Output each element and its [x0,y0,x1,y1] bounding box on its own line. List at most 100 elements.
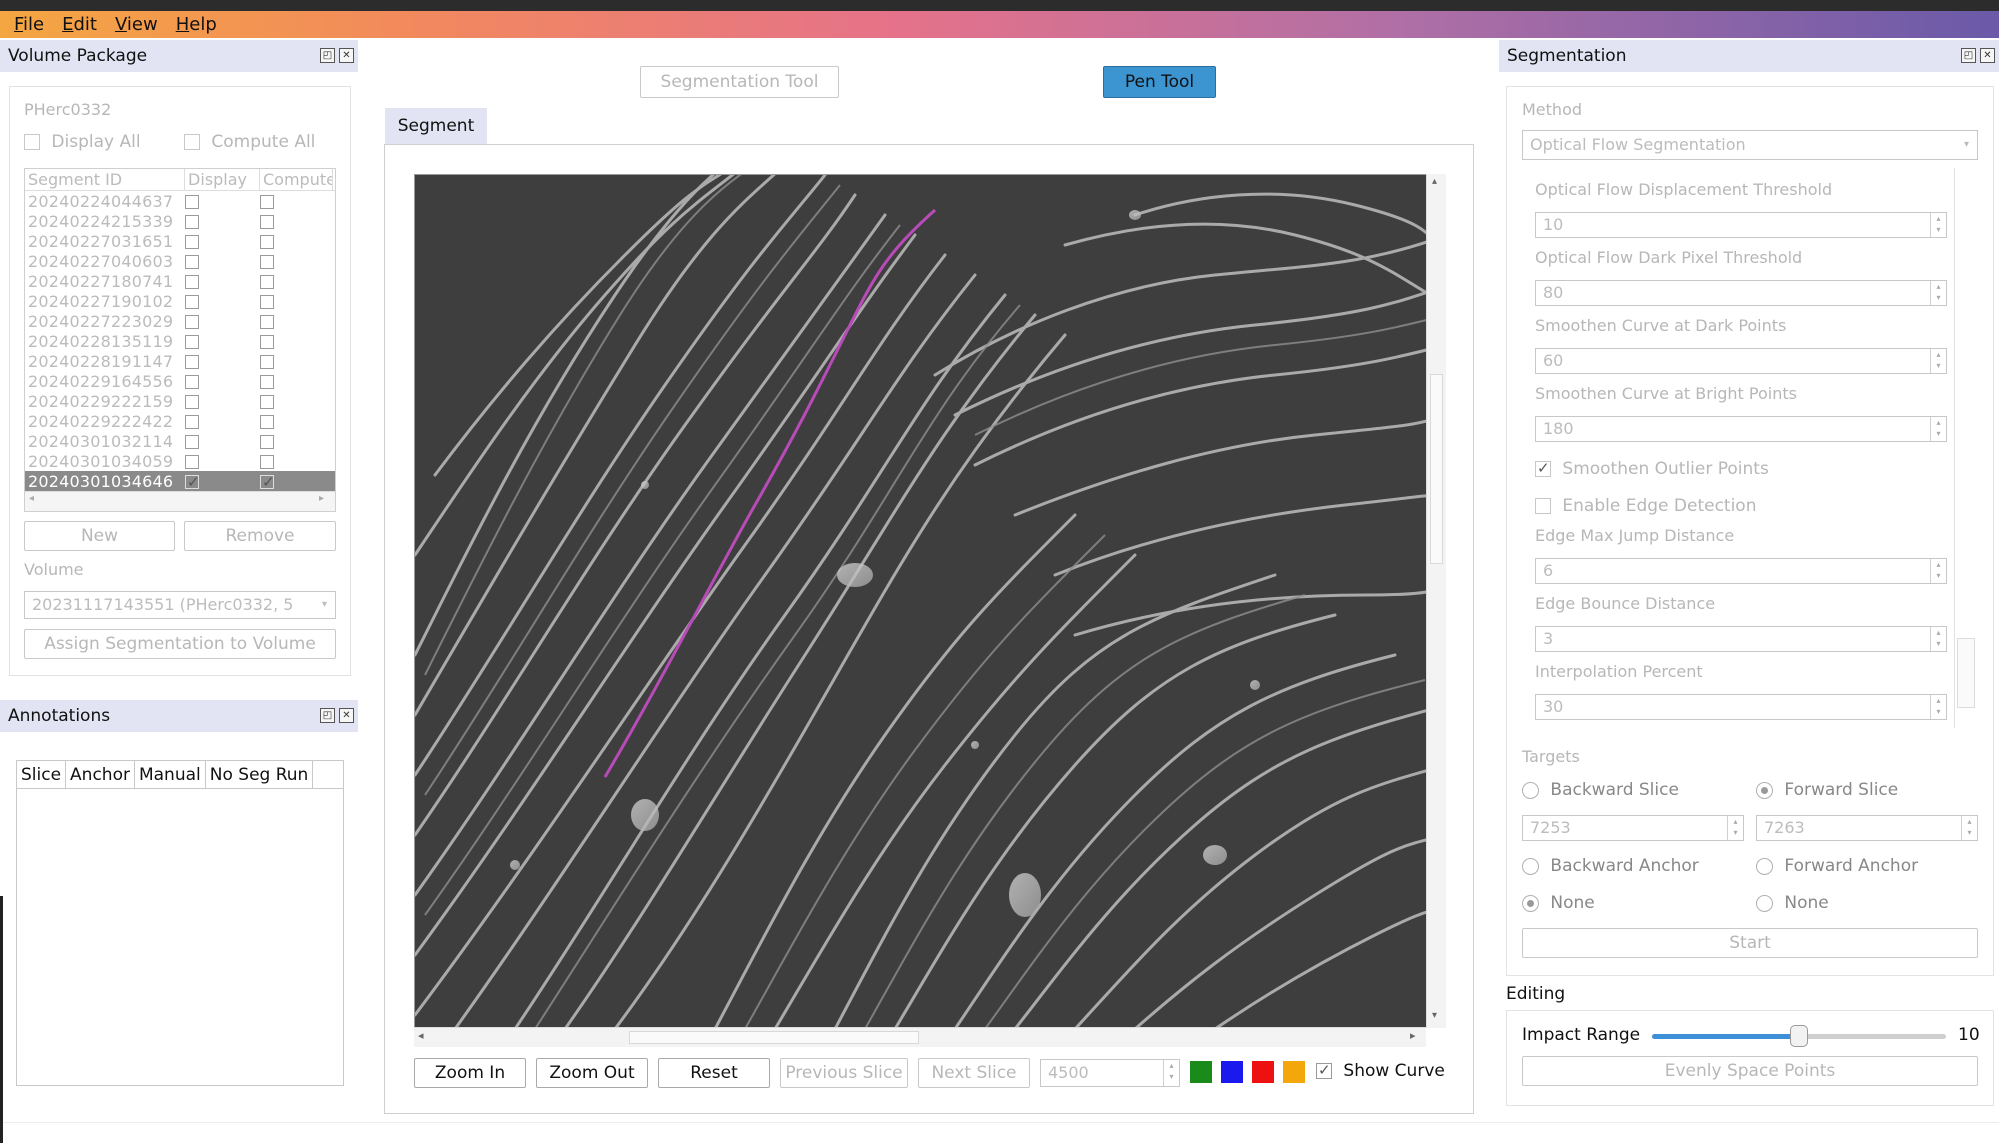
close-icon[interactable]: ✕ [339,708,354,723]
menu-file[interactable]: File [14,14,44,35]
param-spinbox[interactable]: 3 ▴ ▾ [1535,626,1947,652]
segment-row[interactable]: 20240228135119 [25,331,335,351]
compute-checkbox[interactable] [260,195,274,209]
display-checkbox[interactable] [185,473,200,491]
scroll-up-icon[interactable]: ▴ [1432,176,1437,187]
compute-checkbox[interactable] [260,235,274,249]
display-checkbox[interactable] [185,335,199,349]
display-checkbox[interactable] [185,195,199,209]
radio-circle[interactable] [1522,781,1539,799]
menu-help[interactable]: Help [176,14,217,35]
hscroll-handle[interactable] [629,1031,919,1044]
column-compute[interactable]: Compute [260,169,333,190]
menu-view[interactable]: View [115,14,158,35]
color-swatch-red[interactable] [1252,1061,1274,1083]
radio-circle[interactable] [1756,857,1773,875]
pen-tool-button[interactable]: Pen Tool [1103,66,1216,98]
display-checkbox[interactable] [185,395,199,409]
display-checkbox[interactable] [185,355,199,369]
backward-anchor-radio[interactable]: Backward Anchor [1522,856,1699,876]
param-spinbox[interactable]: 6 ▴ ▾ [1535,558,1947,584]
column-no-seg-run[interactable]: No Seg Run [206,761,314,788]
compute-checkbox[interactable] [260,275,274,289]
viewer-vscrollbar[interactable]: ▴ ▾ [1426,174,1446,1028]
display-checkbox[interactable] [185,255,199,269]
scroll-right-icon[interactable]: ▸ [319,493,324,504]
display-checkbox[interactable] [185,275,199,289]
compute-checkbox[interactable] [260,473,275,491]
compute-checkbox[interactable] [260,395,274,409]
volume-select[interactable]: 20231117143551 (PHerc0332, 5 ▾ [24,591,336,619]
none-left-radio[interactable]: None [1522,893,1595,913]
column-segment-id[interactable]: Segment ID [25,169,185,190]
segment-row[interactable]: 20240229164556 [25,371,335,391]
display-checkbox[interactable] [185,315,199,329]
checkbox-box[interactable] [1535,459,1551,477]
compute-checkbox[interactable] [260,295,274,309]
column-slice[interactable]: Slice [17,761,67,788]
compute-checkbox[interactable] [260,355,274,369]
scroll-down-icon[interactable]: ▾ [1432,1010,1437,1021]
compute-all-checkbox[interactable]: Compute All [184,132,315,152]
segment-row[interactable]: 20240227223029 [25,311,335,331]
spin-arrows-icon[interactable]: ▴ ▾ [1163,1060,1179,1086]
compute-checkbox[interactable] [260,435,274,449]
column-display[interactable]: Display [185,169,260,190]
tab-segment[interactable]: Segment [385,108,487,144]
compute-checkbox[interactable] [260,215,274,229]
spin-arrows-icon[interactable]: ▴ ▾ [1930,627,1946,651]
viewer-hscrollbar[interactable]: ◂ ▸ [414,1027,1426,1047]
slice-spinbox[interactable]: 4500 ▴ ▾ [1040,1059,1180,1087]
float-icon[interactable]: ◰ [320,708,335,723]
vscroll-handle[interactable] [1430,374,1443,564]
none-right-radio[interactable]: None [1756,893,1829,913]
radio-circle[interactable] [1756,781,1773,799]
checkbox-box[interactable] [1316,1061,1332,1079]
spin-arrows-icon[interactable]: ▴ ▾ [1727,816,1743,840]
segment-row[interactable]: 20240301034646 [25,471,335,491]
checkbox-box[interactable] [24,134,40,150]
segment-row[interactable]: 20240301034059 [25,451,335,471]
param-spinbox[interactable]: 30 ▴ ▾ [1535,694,1947,720]
segmentation-tool-button[interactable]: Segmentation Tool [640,66,839,98]
display-checkbox[interactable] [185,215,199,229]
display-checkbox[interactable] [185,415,199,429]
segment-row[interactable]: 20240301032114 [25,431,335,451]
compute-checkbox[interactable] [260,255,274,269]
close-icon[interactable]: ✕ [339,48,354,63]
zoom-in-button[interactable]: Zoom In [414,1058,526,1088]
segment-row[interactable]: 20240229222422 [25,411,335,431]
assign-segmentation-button[interactable]: Assign Segmentation to Volume [24,629,336,659]
compute-checkbox[interactable] [260,375,274,389]
segment-row[interactable]: 20240227040603 [25,251,335,271]
spin-arrows-icon[interactable]: ▴ ▾ [1930,695,1946,719]
scroll-right-icon[interactable]: ▸ [1410,1029,1416,1042]
zoom-out-button[interactable]: Zoom Out [536,1058,648,1088]
spin-arrows-icon[interactable]: ▴ ▾ [1961,816,1977,840]
method-select[interactable]: Optical Flow Segmentation ▾ [1522,130,1978,160]
param-spinbox[interactable]: 180 ▴ ▾ [1535,416,1947,442]
compute-checkbox[interactable] [260,455,274,469]
scroll-left-icon[interactable]: ◂ [418,1029,424,1042]
segment-row[interactable]: 20240228191147 [25,351,335,371]
color-swatch-green[interactable] [1190,1061,1212,1083]
spin-arrows-icon[interactable]: ▴ ▾ [1930,559,1946,583]
show-curve-checkbox[interactable]: Show Curve [1316,1061,1445,1081]
segment-table-hscrollbar[interactable]: ◂ ▸ [25,491,335,511]
segment-row[interactable]: 20240227190102 [25,291,335,311]
checkbox-box[interactable] [184,134,200,150]
display-checkbox[interactable] [185,455,199,469]
segment-row[interactable]: 20240227031651 [25,231,335,251]
next-slice-button[interactable]: Next Slice [918,1058,1030,1088]
spin-arrows-icon[interactable]: ▴ ▾ [1930,213,1946,237]
edge-detection-checkbox[interactable]: Enable Edge Detection [1535,496,1757,516]
radio-circle[interactable] [1756,894,1773,912]
display-checkbox[interactable] [185,375,199,389]
spin-arrows-icon[interactable]: ▴ ▾ [1930,281,1946,305]
param-spinbox[interactable]: 10 ▴ ▾ [1535,212,1947,238]
color-swatch-blue[interactable] [1221,1061,1243,1083]
segment-row[interactable]: 20240229222159 [25,391,335,411]
segment-row[interactable]: 20240224215339 [25,211,335,231]
spin-arrows-icon[interactable]: ▴ ▾ [1930,417,1946,441]
param-spinbox[interactable]: 80 ▴ ▾ [1535,280,1947,306]
